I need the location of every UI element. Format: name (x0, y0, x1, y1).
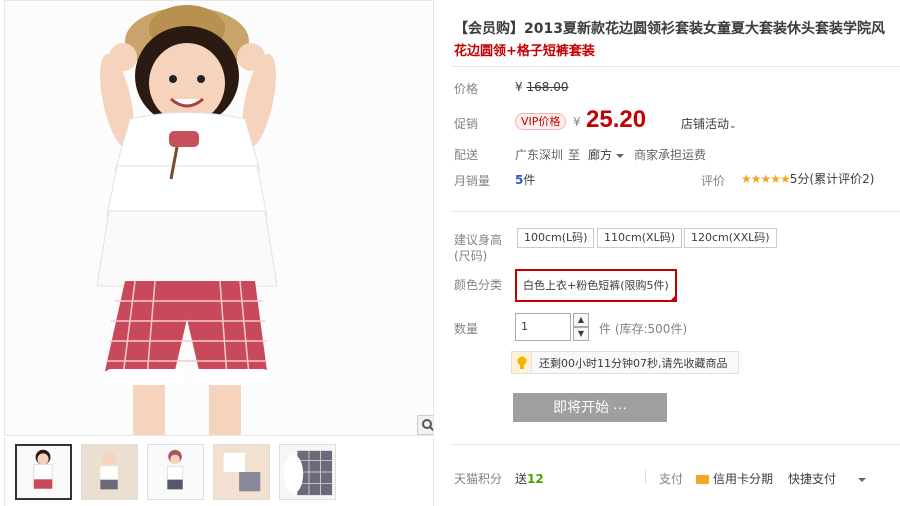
credit-installment-label: 信用卡分期 (713, 472, 774, 486)
color-option-text: 白色上衣+粉色短裤(限购5件) (523, 279, 669, 292)
selected-check-icon (669, 294, 677, 302)
points-prefix: 送 (515, 472, 528, 486)
product-main-photo[interactable] (5, 1, 433, 435)
arrow-down-icon: ▼ (577, 329, 585, 338)
arrow-up-icon: ▲ (577, 315, 585, 324)
caret-down-icon (616, 153, 625, 158)
currency-symbol: ¥ (515, 80, 523, 94)
product-title: 【会员购】2013夏新款花边圆领衫套装女童夏大套装休头套装学院风 (454, 21, 885, 37)
shipping-info: 商家承担运费 (634, 148, 707, 162)
size-option-110[interactable]: 110cm(XL码) (597, 228, 683, 248)
size-option-100[interactable]: 100cm(L码) (517, 228, 595, 248)
vip-badge: VIP价格 (515, 113, 567, 130)
quantity-decrease-button[interactable]: ▼ (573, 327, 589, 341)
separator (645, 470, 646, 484)
credit-installment-link[interactable]: 信用卡分期 (696, 470, 773, 487)
chevron-down-icon: ⌄ (729, 121, 737, 131)
zoom-button[interactable] (417, 415, 433, 435)
delivery-to-label: 至 (568, 148, 581, 162)
size-label: 建议身高(尺码) (454, 233, 503, 263)
star-rating-icon: ★★★★★ (741, 172, 791, 186)
price-label: 价格 (454, 82, 479, 96)
countdown-text: 还剩00小时11分钟07秒,请先收藏商品 (539, 356, 728, 370)
delivery-destination: 廊方 (588, 148, 613, 162)
quick-pay-dropdown[interactable]: 快捷支付 (788, 470, 867, 487)
quick-pay-label: 快捷支付 (788, 472, 837, 486)
credit-card-icon (696, 475, 709, 484)
quantity-increase-button[interactable]: ▲ (573, 313, 589, 327)
promo-price: 25.20 (586, 106, 647, 133)
rating-text: 5分(累计评价2) (789, 172, 875, 186)
delivery-destination-dropdown[interactable]: 廊方 (588, 146, 625, 163)
delivery-from: 广东深圳 (515, 148, 564, 162)
stock-info: 件 (库存:500件) (599, 322, 688, 336)
caret-down-icon (858, 477, 867, 482)
original-price-wrap: ¥ 168.00 (515, 80, 568, 94)
rating-link[interactable]: ★★★★★5分(累计评价2) (741, 170, 874, 187)
store-activity-label: 店铺活动 (681, 117, 730, 131)
quantity-label: 数量 (454, 322, 479, 336)
lightbulb-icon (512, 352, 532, 373)
monthly-sales-label: 月销量 (454, 174, 491, 188)
magnifier-icon (422, 419, 433, 432)
active-thumb-arrow (39, 444, 51, 446)
thumbnail-1[interactable] (15, 443, 72, 500)
original-price: 168.00 (526, 80, 569, 94)
points-info: 送12 (515, 470, 544, 487)
coming-soon-button[interactable]: 即将开始 ··· (513, 393, 667, 422)
product-subtitle: 花边圆领+格子短裤套装 (454, 44, 595, 59)
thumbnail-5[interactable] (279, 443, 336, 500)
monthly-sales: 5件 (515, 171, 535, 188)
promo-label: 促销 (454, 117, 479, 131)
points-value: 12 (527, 472, 544, 486)
size-option-120[interactable]: 120cm(XXL码) (684, 228, 777, 248)
thumbnail-3[interactable] (147, 443, 204, 500)
countdown-tip: 还剩00小时11分钟07秒,请先收藏商品 (511, 351, 739, 374)
points-label: 天猫积分 (454, 472, 503, 486)
monthly-sales-unit: 件 (523, 173, 536, 187)
payment-label: 支付 (659, 472, 684, 486)
divider (452, 444, 900, 445)
thumbnail-4[interactable] (213, 443, 270, 500)
thumbnail-2[interactable] (81, 443, 138, 500)
delivery-label: 配送 (454, 148, 479, 162)
product-image-gallery (4, 0, 434, 436)
promo-currency: ¥ (573, 115, 581, 129)
rating-label: 评价 (701, 174, 726, 188)
thumbnail-strip (4, 437, 434, 506)
color-option-selected[interactable]: 白色上衣+粉色短裤(限购5件) (515, 269, 677, 302)
store-activity-dropdown[interactable]: 店铺活动⌄ (681, 115, 737, 132)
quantity-input[interactable]: 1 (515, 313, 571, 341)
color-label: 颜色分类 (454, 278, 503, 292)
